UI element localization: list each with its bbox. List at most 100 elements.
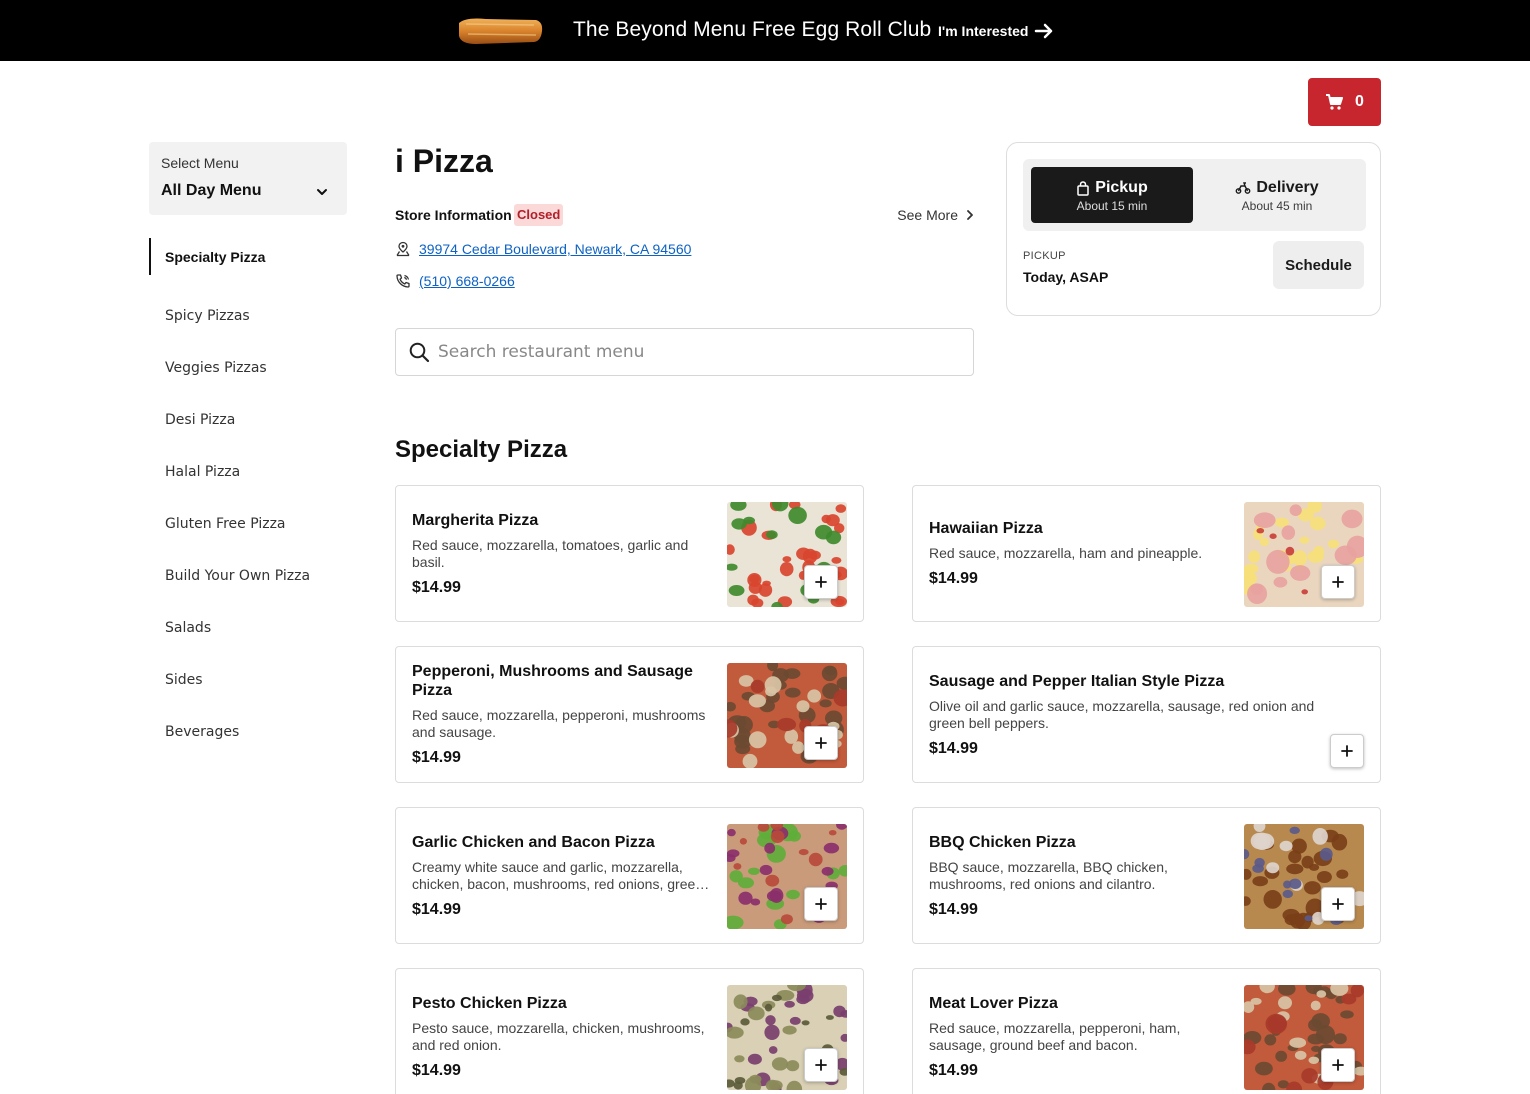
im-interested-link[interactable]: I'm Interested bbox=[938, 19, 1054, 43]
menu-item-description: Creamy white sauce and garlic, mozzarell… bbox=[412, 858, 704, 892]
cart-count: 0 bbox=[1355, 93, 1364, 110]
plus-icon bbox=[815, 1059, 827, 1071]
menu-item-name: Margherita Pizza bbox=[412, 511, 539, 529]
menu-item-body: Pesto Chicken Pizza Pesto sauce, mozzarel… bbox=[412, 969, 710, 1094]
menu-item-body: Pepperoni, Mushrooms and Sausage Pizza Re… bbox=[412, 647, 710, 782]
scooter-icon bbox=[1235, 182, 1251, 194]
add-to-cart-button[interactable] bbox=[804, 565, 838, 599]
address-link[interactable]: 39974 Cedar Boulevard, Newark, CA 94560 bbox=[419, 241, 691, 257]
plus-icon bbox=[1332, 898, 1344, 910]
chevron-right-icon bbox=[967, 210, 973, 220]
plus-icon bbox=[1332, 576, 1344, 588]
menu-item-price: $14.99 bbox=[929, 739, 978, 757]
menu-item-price: $14.99 bbox=[412, 900, 461, 918]
sidebar-item-salads[interactable]: Salads bbox=[149, 602, 347, 654]
delivery-time: About 45 min bbox=[1241, 199, 1313, 213]
menu-item-name: Meat Lover Pizza bbox=[929, 994, 1058, 1012]
arrow-right-icon bbox=[1035, 23, 1053, 39]
banner-title: The Beyond Menu Free Egg Roll Club bbox=[573, 18, 932, 41]
menu-item-price: $14.99 bbox=[929, 1061, 978, 1079]
bag-icon bbox=[1077, 180, 1090, 196]
plus-icon bbox=[815, 737, 827, 749]
menu-item-description: Olive oil and garlic sauce, mozzarella, … bbox=[929, 697, 1315, 731]
store-info-row: Store Information Closed See More bbox=[395, 204, 974, 226]
delivery-label: Delivery bbox=[1256, 179, 1319, 196]
sidebar-item-sides[interactable]: Sides bbox=[149, 654, 347, 706]
menu-item-name: BBQ Chicken Pizza bbox=[929, 833, 1076, 851]
pickup-time: About 15 min bbox=[1076, 199, 1148, 213]
add-to-cart-button[interactable] bbox=[1321, 887, 1355, 921]
menu-item-name: Sausage and Pepper Italian Style Pizza bbox=[929, 672, 1225, 690]
menu-item-price: $14.99 bbox=[412, 749, 461, 766]
plus-icon bbox=[815, 898, 827, 910]
menu-item-card[interactable]: Pepperoni, Mushrooms and Sausage Pizza Re… bbox=[395, 646, 864, 783]
section-title: Specialty Pizza bbox=[395, 436, 568, 463]
menu-item-price: $14.99 bbox=[929, 900, 978, 918]
menu-item-card[interactable]: Meat Lover Pizza Red sauce, mozzarella, p… bbox=[912, 968, 1381, 1094]
menu-item-price: $14.99 bbox=[929, 570, 978, 587]
plus-icon bbox=[1332, 1059, 1344, 1071]
add-to-cart-button[interactable] bbox=[1330, 734, 1364, 768]
see-more-link[interactable]: See More bbox=[897, 207, 974, 223]
menu-item-card[interactable]: Garlic Chicken and Bacon Pizza Creamy whi… bbox=[395, 807, 864, 944]
fulfillment-toggle: Pickup About 15 min Delivery About 45 mi… bbox=[1023, 159, 1366, 231]
menu-item-price: $14.99 bbox=[412, 1061, 461, 1079]
menu-item-card[interactable]: Margherita Pizza Red sauce, mozzarella, t… bbox=[395, 485, 864, 622]
add-to-cart-button[interactable] bbox=[804, 1048, 838, 1082]
menu-item-name: Hawaiian Pizza bbox=[929, 520, 1043, 537]
location-icon bbox=[396, 241, 410, 257]
menu-item-description: Pesto sauce, mozzarella, chicken, mushro… bbox=[412, 1019, 705, 1053]
add-to-cart-button[interactable] bbox=[804, 887, 838, 921]
menu-item-body: Hawaiian Pizza Red sauce, mozzarella, ham… bbox=[929, 486, 1227, 621]
phone-link[interactable]: (510) 668-0266 bbox=[419, 273, 515, 289]
sidebar-item-desi-pizza[interactable]: Desi Pizza bbox=[149, 394, 347, 446]
sidebar-item-halal-pizza[interactable]: Halal Pizza bbox=[149, 446, 347, 498]
sidebar-item-specialty-pizza[interactable]: Specialty Pizza bbox=[149, 238, 347, 275]
pickup-option[interactable]: Pickup About 15 min bbox=[1031, 167, 1193, 223]
phone-row: (510) 668-0266 bbox=[395, 273, 515, 289]
sidebar-item-build-your-own-pizza[interactable]: Build Your Own Pizza bbox=[149, 550, 347, 602]
sidebar-item-veggies-pizzas[interactable]: Veggies Pizzas bbox=[149, 342, 347, 394]
menu-item-body: Margherita Pizza Red sauce, mozzarella, t… bbox=[412, 486, 710, 621]
store-info-label: Store Information bbox=[395, 207, 512, 223]
address-row: 39974 Cedar Boulevard, Newark, CA 94560 bbox=[395, 241, 691, 257]
menu-item-description: Red sauce, mozzarella, pepperoni, mushro… bbox=[412, 707, 706, 740]
pickup-when: Today, ASAP bbox=[1023, 269, 1109, 285]
delivery-option[interactable]: Delivery About 45 min bbox=[1196, 167, 1358, 223]
sidebar-item-spicy-pizzas[interactable]: Spicy Pizzas bbox=[149, 290, 347, 342]
store-name: i Pizza bbox=[395, 143, 493, 179]
add-to-cart-button[interactable] bbox=[804, 726, 838, 760]
menu-item-card[interactable]: Sausage and Pepper Italian Style Pizza Ol… bbox=[912, 646, 1381, 783]
menu-select-value: All Day Menu bbox=[161, 182, 262, 199]
menu-item-name: Pesto Chicken Pizza bbox=[412, 994, 567, 1012]
egg-roll-image bbox=[459, 18, 543, 44]
promo-banner: The Beyond Menu Free Egg Roll Club I'm I… bbox=[0, 0, 1530, 61]
shopping-cart-icon bbox=[1326, 94, 1344, 110]
menu-item-name: Garlic Chicken and Bacon Pizza bbox=[412, 833, 655, 851]
menu-item-card[interactable]: Hawaiian Pizza Red sauce, mozzarella, ham… bbox=[912, 485, 1381, 622]
mode-caption: PICKUP bbox=[1023, 250, 1066, 262]
status-badge: Closed bbox=[514, 204, 564, 226]
menu-item-body: Garlic Chicken and Bacon Pizza Creamy whi… bbox=[412, 808, 710, 943]
menu-item-card[interactable]: BBQ Chicken Pizza BBQ sauce, mozzarella, … bbox=[912, 807, 1381, 944]
menu-select-dropdown[interactable]: Select Menu All Day Menu bbox=[149, 142, 347, 215]
menu-item-card[interactable]: Pesto Chicken Pizza Pesto sauce, mozzarel… bbox=[395, 968, 864, 1094]
menu-search bbox=[395, 328, 974, 376]
sidebar-item-beverages[interactable]: Beverages bbox=[149, 706, 347, 758]
cta-label: I'm Interested bbox=[938, 23, 1029, 39]
plus-icon bbox=[815, 576, 827, 588]
add-to-cart-button[interactable] bbox=[1321, 1048, 1355, 1082]
menu-item-description: Red sauce, mozzarella, tomatoes, garlic … bbox=[412, 536, 689, 570]
menu-select-label: Select Menu bbox=[161, 155, 239, 171]
sidebar-item-gluten-free-pizza[interactable]: Gluten Free Pizza bbox=[149, 498, 347, 550]
see-more-label: See More bbox=[897, 207, 958, 223]
phone-icon bbox=[396, 274, 410, 288]
category-nav: Specialty Pizza Spicy Pizzas Veggies Piz… bbox=[149, 238, 347, 758]
schedule-button[interactable]: Schedule bbox=[1273, 241, 1364, 289]
cart-button[interactable]: 0 bbox=[1308, 78, 1381, 126]
menu-item-body: Sausage and Pepper Italian Style Pizza Ol… bbox=[929, 647, 1349, 782]
menu-item-description: Red sauce, mozzarella, pepperoni, ham, s… bbox=[929, 1019, 1181, 1053]
menu-item-description: BBQ sauce, mozzarella, BBQ chicken, mush… bbox=[929, 858, 1168, 892]
add-to-cart-button[interactable] bbox=[1321, 565, 1355, 599]
search-input[interactable] bbox=[438, 342, 938, 362]
